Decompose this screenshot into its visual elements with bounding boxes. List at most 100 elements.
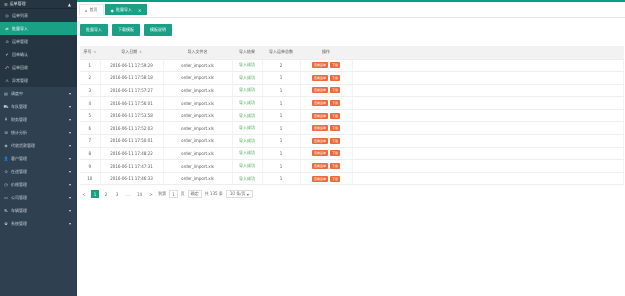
sort-icon[interactable]: ⇅ <box>139 50 142 54</box>
tab-batch-import[interactable]: ◉ 批量导入 ✕ <box>104 4 148 15</box>
sidebar-item-batch-import[interactable]: ⇄ 批量导入 <box>0 22 77 35</box>
view-waybill-button[interactable]: 查看运单 <box>311 112 328 119</box>
close-icon[interactable]: ✕ <box>138 8 141 13</box>
eye-icon: ◉ <box>110 7 115 13</box>
table-row: 2 2016-06-11 17:58:18 order_import.xls 导入成功… <box>80 71 624 85</box>
sidebar-item-label: 统计分析 <box>11 129 27 135</box>
import-table: 序号 ⇅ 导入日期 ⇅ 导入文件名 导入结果 导入运单总数 操作 1 2016-06-… <box>80 46 624 186</box>
cell-result: 导入成功 <box>232 121 263 136</box>
sort-icon[interactable]: ⇅ <box>93 50 96 54</box>
goto-page-input[interactable]: 1 <box>169 190 178 198</box>
sidebar-item-label: 系统管理 <box>11 220 27 226</box>
column-header-date[interactable]: 导入日期 ⇅ <box>100 46 164 60</box>
sidebar-item-label: 异常管理 <box>12 77 28 83</box>
vehicle-manage-icon: ⛐ <box>4 207 8 213</box>
sidebar-item-statistics[interactable]: ⊞ 统计分析 ▾ <box>0 126 77 139</box>
download-button[interactable]: 下载 <box>330 87 341 94</box>
download-button[interactable]: 下载 <box>330 112 341 119</box>
tab-home[interactable]: ⌂ 首页 <box>79 4 104 15</box>
sidebar-item-label: 财务管理 <box>11 116 27 122</box>
sidebar-item-dispatch[interactable]: ▤ 调度中 ▾ <box>0 87 77 100</box>
sidebar-item-waybill-list[interactable]: ◎ 运单列表 <box>0 9 77 22</box>
cell-actions: 查看运单 下载 <box>300 71 353 85</box>
download-template-button[interactable]: 下载模板 <box>112 24 140 36</box>
sidebar-item-vehicle-manage[interactable]: ⛐ 车辆管理 ▾ <box>0 204 77 217</box>
cell-result: 导入成功 <box>232 134 263 148</box>
page-unit-label: 页 <box>180 191 185 196</box>
sidebar-item-transit-manage[interactable]: ⊙ 在途管理 ▾ <box>0 165 77 178</box>
table-row: 10 2016-06-11 17:46:33 order_import.xls 导入成… <box>80 172 624 186</box>
sidebar-item-label: 运单列表 <box>12 12 28 18</box>
sidebar-item-exception-manage[interactable]: ⚠ 异常管理 <box>0 74 77 87</box>
cell-no: 7 <box>80 134 101 148</box>
view-waybill-button[interactable]: 查看运单 <box>311 175 328 182</box>
cell-no: 3 <box>80 84 101 98</box>
view-waybill-button[interactable]: 查看运单 <box>311 125 328 132</box>
page-ellipsis: ... <box>126 191 130 197</box>
tab-bar: ⌂ 首页 ◉ 批量导入 ✕ <box>77 0 625 18</box>
download-button[interactable]: 下载 <box>330 125 341 132</box>
sidebar-item-waybill-manage[interactable]: ⊙ 运单管理 <box>0 35 77 48</box>
download-button[interactable]: 下载 <box>330 137 341 144</box>
batch-import-button[interactable]: 批量导入 <box>80 24 108 36</box>
view-waybill-button[interactable]: 查看运单 <box>311 137 328 144</box>
goto-confirm-button[interactable]: 确定 <box>187 190 202 198</box>
table-row: 8 2016-06-11 17:48:22 order_import.xls 导入成功… <box>80 147 624 161</box>
sidebar: ☰ 运单管理 ▲ ◎ 运单列表 ⇄ 批量导入 ⊙ 运单管理 ✔ 回单确认 ⤺ 运单回收 ⚠ 异常管理 ▤… <box>0 0 77 296</box>
download-button[interactable]: 下载 <box>330 62 341 69</box>
cell-spacer <box>352 84 624 98</box>
cell-spacer <box>352 59 624 73</box>
sidebar-item-system-manage[interactable]: ✿ 系统管理 ▾ <box>0 217 77 230</box>
page-button-1[interactable]: 1 <box>91 190 99 198</box>
cell-date: 2016-06-11 17:47:31 <box>100 159 164 173</box>
cell-date: 2016-06-11 17:53:58 <box>100 109 164 123</box>
download-button[interactable]: 下载 <box>330 163 341 170</box>
sidebar-item-finance-manage[interactable]: ¥ 财务管理 ▾ <box>0 113 77 126</box>
view-waybill-button[interactable]: 查看运单 <box>311 74 328 81</box>
cell-no: 2 <box>80 71 101 85</box>
sidebar-item-price-manage[interactable]: ◷ 价格管理 ▾ <box>0 178 77 191</box>
column-header-no[interactable]: 序号 ⇅ <box>80 46 101 60</box>
customer-manage-icon: 👤 <box>3 156 9 161</box>
download-button[interactable]: 下载 <box>330 74 341 81</box>
cell-no: 1 <box>80 59 101 73</box>
chevron-down-icon: ▾ <box>68 169 71 174</box>
page-button-2[interactable]: 2 <box>102 190 110 198</box>
page-button-last[interactable]: 14 <box>135 190 144 198</box>
view-waybill-button[interactable]: 查看运单 <box>311 163 328 170</box>
chevron-down-icon: ▾ <box>68 104 71 109</box>
download-button[interactable]: 下载 <box>330 150 341 157</box>
sidebar-item-company-manage[interactable]: ▭ 公司管理 ▾ <box>0 191 77 204</box>
cell-result: 导入成功 <box>232 96 263 110</box>
view-waybill-button[interactable]: 查看运单 <box>311 150 328 157</box>
sidebar-item-receipt-confirm[interactable]: ✔ 回单确认 <box>0 48 77 61</box>
chevron-down-icon: ▾ <box>246 191 249 197</box>
next-page-button[interactable]: > <box>147 190 155 198</box>
table-row: 4 2016-06-11 17:56:01 order_import.xls 导入成功… <box>80 96 624 110</box>
sidebar-menu: ◎ 运单列表 ⇄ 批量导入 ⊙ 运单管理 ✔ 回单确认 ⤺ 运单回收 ⚠ 异常管理 ▤ 调度中 ▾ ⛟ 车队管理… <box>0 9 77 230</box>
sidebar-item-customer-manage[interactable]: 👤 客户管理 ▾ <box>0 152 77 165</box>
cell-date: 2016-06-11 17:52:03 <box>100 121 164 136</box>
view-waybill-button[interactable]: 查看运单 <box>311 62 328 69</box>
cell-count: 1 <box>262 147 301 161</box>
sidebar-item-fleet-manage[interactable]: ⛟ 车队管理 ▾ <box>0 100 77 113</box>
sidebar-item-label: 调度中 <box>11 90 23 96</box>
sidebar-item-label: 运单管理 <box>12 38 28 44</box>
download-button[interactable]: 下载 <box>330 100 341 107</box>
view-waybill-button[interactable]: 查看运单 <box>311 87 328 94</box>
page-button-3[interactable]: 3 <box>113 190 121 198</box>
view-waybill-button[interactable]: 查看运单 <box>311 100 328 107</box>
download-button[interactable]: 下载 <box>330 175 341 182</box>
cell-actions: 查看运单 下载 <box>300 134 353 148</box>
cell-actions: 查看运单 下载 <box>300 147 353 161</box>
cell-result: 导入成功 <box>232 109 263 123</box>
sidebar-item-cod-manage[interactable]: ◈ 代收货款管理 ▾ <box>0 139 77 152</box>
cell-no: 6 <box>80 121 101 136</box>
prev-page-button[interactable]: < <box>80 190 88 198</box>
chevron-down-icon: ▾ <box>68 221 71 226</box>
sidebar-item-waybill-recycle[interactable]: ⤺ 运单回收 <box>0 61 77 74</box>
template-help-button[interactable]: 模板说明 <box>144 24 172 36</box>
sidebar-header-item[interactable]: ☰ 运单管理 ▲ <box>0 0 77 9</box>
tab-batch-import-label: 批量导入 <box>116 7 133 12</box>
per-page-select[interactable]: 10 条/页 ▾ <box>225 190 253 198</box>
